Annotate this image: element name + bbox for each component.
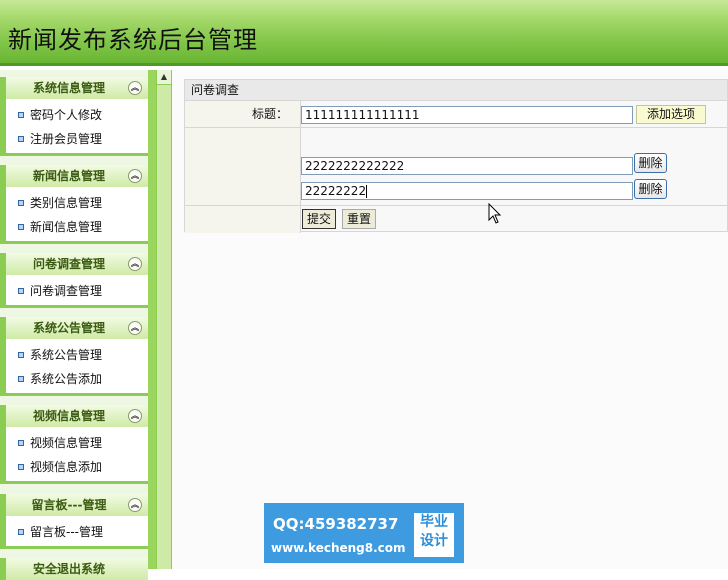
sidebar-group-survey: 问卷调查管理 ︽ 问卷调查管理	[0, 253, 148, 308]
sidebar-group-video: 视频信息管理 ︽ 视频信息管理 视频信息添加	[0, 405, 148, 484]
option-input-focused[interactable]: 22222222	[301, 182, 633, 200]
mouse-pointer-icon	[488, 203, 502, 224]
sidebar-item-announcement-add[interactable]: 系统公告添加	[6, 367, 148, 391]
sidebar-group-header[interactable]: 安全退出系统	[0, 558, 148, 580]
watermark-url: www.kecheng8.com	[271, 541, 406, 555]
delete-option-button[interactable]: 删除	[634, 179, 667, 199]
option-input[interactable]: 2222222222222	[301, 157, 633, 175]
sidebar-group-title: 视频信息管理	[32, 409, 105, 423]
bullet-icon	[18, 375, 24, 382]
bullet-icon	[18, 111, 24, 118]
sidebar-group-title: 新闻信息管理	[32, 169, 105, 183]
double-chevron-up-icon[interactable]: ︽	[128, 169, 142, 183]
watermark-banner: QQ:459382737 www.kecheng8.com 毕业 设计	[264, 503, 464, 563]
main-content: 问卷调查 标题： 111111111111111 添加选项 2222222222…	[172, 70, 728, 569]
sidebar-group-logout: 安全退出系统	[0, 558, 148, 580]
sidebar-item-announcement-management[interactable]: 系统公告管理	[6, 343, 148, 367]
sidebar-group-header[interactable]: 新闻信息管理 ︽	[0, 165, 148, 187]
sidebar-group-body: 视频信息管理 视频信息添加	[0, 427, 148, 484]
panel-title: 问卷调查	[185, 80, 727, 100]
sidebar-group-guestbook: 留言板---管理 ︽ 留言板---管理	[0, 494, 148, 549]
bullet-icon	[18, 199, 24, 206]
actions-row: 提交 重置	[185, 205, 727, 233]
title-input[interactable]: 111111111111111	[301, 106, 633, 124]
bullet-icon	[18, 463, 24, 470]
sidebar-group-system-info: 系统信息管理 ︽ 密码个人修改 注册会员管理	[0, 77, 148, 156]
double-chevron-up-icon[interactable]: ︽	[128, 81, 142, 95]
sidebar-group-header[interactable]: 视频信息管理 ︽	[0, 405, 148, 427]
double-chevron-up-icon[interactable]: ︽	[128, 498, 142, 512]
sidebar-item-video-management[interactable]: 视频信息管理	[6, 431, 148, 455]
actions-label-cell	[185, 206, 301, 233]
sidebar-item-news-management[interactable]: 新闻信息管理	[6, 215, 148, 239]
sidebar-item-survey-management[interactable]: 问卷调查管理	[6, 279, 148, 303]
sidebar-group-header[interactable]: 问卷调查管理 ︽	[0, 253, 148, 275]
sidebar-group-news-info: 新闻信息管理 ︽ 类别信息管理 新闻信息管理	[0, 165, 148, 244]
sidebar-scrollbar[interactable]: ▲	[156, 70, 172, 569]
sidebar-group-title: 系统公告管理	[32, 321, 105, 335]
options-label-cell	[185, 128, 301, 205]
sidebar-item-member-management[interactable]: 注册会员管理	[6, 127, 148, 151]
sidebar-item-category-management[interactable]: 类别信息管理	[6, 191, 148, 215]
delete-option-button[interactable]: 删除	[634, 153, 667, 173]
text-caret	[366, 185, 368, 198]
title-row: 标题： 111111111111111 添加选项	[185, 100, 727, 127]
sidebar-group-body: 系统公告管理 系统公告添加	[0, 339, 148, 396]
scroll-up-arrow-icon[interactable]: ▲	[157, 70, 171, 85]
watermark-badge: 毕业 设计	[414, 513, 454, 557]
add-option-button[interactable]: 添加选项	[636, 105, 706, 124]
reset-button[interactable]: 重置	[342, 209, 376, 229]
sidebar-item-video-add[interactable]: 视频信息添加	[6, 455, 148, 479]
app-header: 新闻发布系统后台管理	[0, 0, 728, 66]
sidebar-group-title: 系统信息管理	[32, 81, 105, 95]
sidebar-group-header[interactable]: 系统公告管理 ︽	[0, 317, 148, 339]
sidebar-group-title: 问卷调查管理	[32, 257, 105, 271]
double-chevron-up-icon[interactable]: ︽	[128, 409, 142, 423]
sidebar-group-body: 留言板---管理	[0, 516, 148, 549]
bullet-icon	[18, 223, 24, 230]
bullet-icon	[18, 439, 24, 446]
survey-form-panel: 问卷调查 标题： 111111111111111 添加选项 2222222222…	[184, 79, 728, 233]
sidebar-group-announcements: 系统公告管理 ︽ 系统公告管理 系统公告添加	[0, 317, 148, 396]
sidebar-item-change-password[interactable]: 密码个人修改	[6, 103, 148, 127]
sidebar-group-title: 安全退出系统	[32, 562, 105, 576]
options-row: 2222222222222 删除 22222222 删除	[185, 127, 727, 205]
sidebar-group-body: 问卷调查管理	[0, 275, 148, 308]
double-chevron-up-icon[interactable]: ︽	[128, 321, 142, 335]
watermark-qq: QQ:459382737	[273, 515, 399, 533]
sidebar-group-body: 类别信息管理 新闻信息管理	[0, 187, 148, 244]
sidebar-divider	[148, 70, 156, 569]
bullet-icon	[18, 135, 24, 142]
sidebar: 系统信息管理 ︽ 密码个人修改 注册会员管理 新闻信息管理 ︽ 类别信息管理 新…	[0, 70, 156, 580]
sidebar-group-body: 密码个人修改 注册会员管理	[0, 99, 148, 156]
sidebar-group-title: 留言板---管理	[31, 498, 107, 512]
title-label: 标题：	[185, 101, 301, 127]
sidebar-group-header[interactable]: 留言板---管理 ︽	[0, 494, 148, 516]
bullet-icon	[18, 351, 24, 358]
app-title: 新闻发布系统后台管理	[8, 26, 258, 54]
sidebar-item-guestbook-management[interactable]: 留言板---管理	[6, 520, 148, 544]
sidebar-group-header[interactable]: 系统信息管理 ︽	[0, 77, 148, 99]
submit-button[interactable]: 提交	[302, 209, 336, 229]
double-chevron-up-icon[interactable]: ︽	[128, 257, 142, 271]
bullet-icon	[18, 528, 24, 535]
bullet-icon	[18, 287, 24, 294]
